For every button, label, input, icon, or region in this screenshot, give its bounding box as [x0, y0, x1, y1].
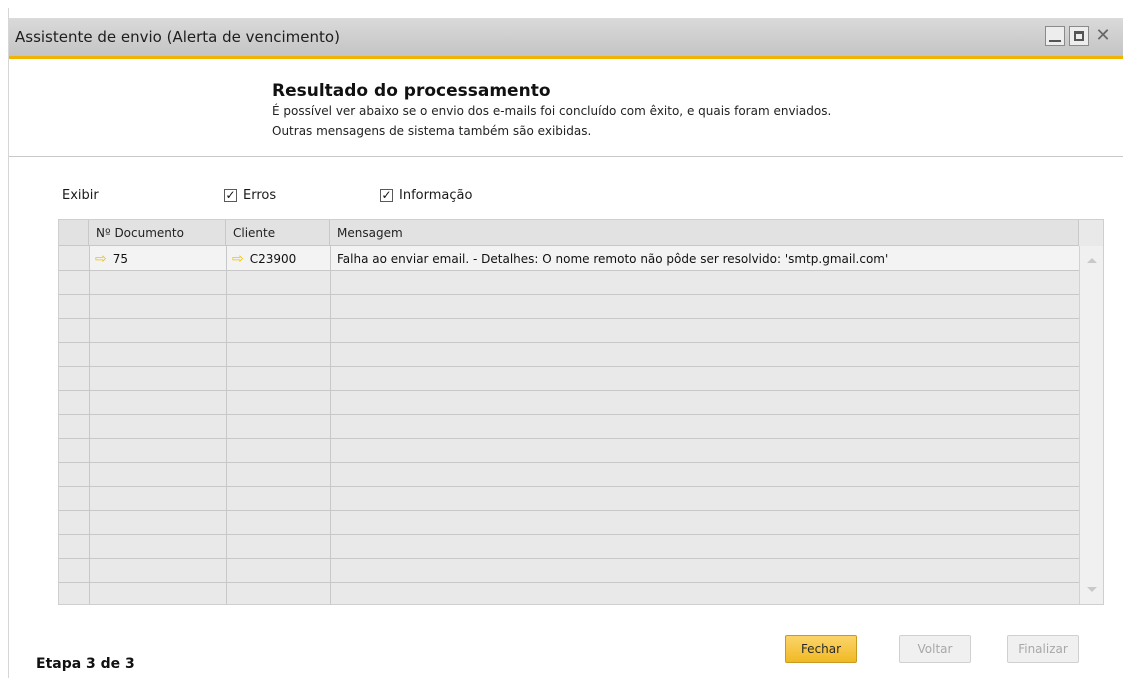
- row-divider: [59, 558, 1079, 559]
- page-description-line-1: É possível ver abaixo se o envio dos e-m…: [272, 104, 832, 118]
- row-divider: [59, 486, 1079, 487]
- column-header-document[interactable]: Nº Documento: [89, 220, 226, 246]
- link-arrow-icon[interactable]: ⇨: [95, 251, 107, 267]
- row-divider: [59, 390, 1079, 391]
- minimize-button[interactable]: [1045, 26, 1065, 46]
- back-button[interactable]: Voltar: [899, 635, 971, 663]
- row-divider: [59, 414, 1079, 415]
- column-divider: [330, 246, 331, 604]
- scroll-down-icon[interactable]: [1087, 587, 1097, 592]
- header-separator: [9, 156, 1123, 157]
- client-code: C23900: [249, 252, 297, 266]
- page-title: Resultado do processamento: [272, 81, 551, 101]
- row-divider: [59, 318, 1079, 319]
- window-title: Assistente de envio (Alerta de venciment…: [15, 28, 340, 46]
- row-divider: [59, 534, 1079, 535]
- column-divider: [89, 246, 90, 604]
- column-header-client[interactable]: Cliente: [226, 220, 330, 246]
- row-divider: [59, 582, 1079, 583]
- information-label[interactable]: Informação: [399, 188, 472, 203]
- row-divider: [59, 510, 1079, 511]
- maximize-button[interactable]: [1069, 26, 1089, 46]
- row-divider: [59, 366, 1079, 367]
- page-description-line-2: Outras mensagens de sistema também são e…: [272, 124, 592, 138]
- finish-button[interactable]: Finalizar: [1007, 635, 1079, 663]
- row-header-corner: [59, 220, 89, 246]
- information-checkbox[interactable]: ✓: [380, 189, 393, 202]
- row-divider: [59, 438, 1079, 439]
- step-indicator: Etapa 3 de 3: [36, 656, 135, 672]
- vertical-scrollbar[interactable]: [1079, 246, 1103, 604]
- row-divider: [59, 462, 1079, 463]
- link-arrow-icon[interactable]: ⇨: [232, 251, 244, 267]
- close-window-button[interactable]: ✕: [1093, 26, 1113, 46]
- scroll-up-icon[interactable]: [1087, 258, 1097, 263]
- row-divider: [59, 342, 1079, 343]
- errors-checkbox[interactable]: ✓: [224, 189, 237, 202]
- results-grid[interactable]: Nº Documento Cliente Mensagem ⇨ 75 ⇨ C2390…: [58, 219, 1104, 605]
- wizard-window: Assistente de envio (Alerta de venciment…: [8, 8, 1123, 678]
- column-divider: [226, 246, 227, 604]
- show-label: Exibir: [62, 188, 99, 203]
- document-cell[interactable]: ⇨ 75: [95, 247, 128, 271]
- title-bar: Assistente de envio (Alerta de venciment…: [9, 18, 1123, 59]
- column-header-message[interactable]: Mensagem: [330, 220, 1079, 246]
- close-button[interactable]: Fechar: [785, 635, 857, 663]
- row-divider: [59, 294, 1079, 295]
- client-cell[interactable]: ⇨ C23900: [232, 247, 296, 271]
- document-number: 75: [112, 252, 129, 266]
- errors-label[interactable]: Erros: [243, 188, 276, 203]
- message-cell: Falha ao enviar email. - Detalhes: O nom…: [337, 252, 889, 266]
